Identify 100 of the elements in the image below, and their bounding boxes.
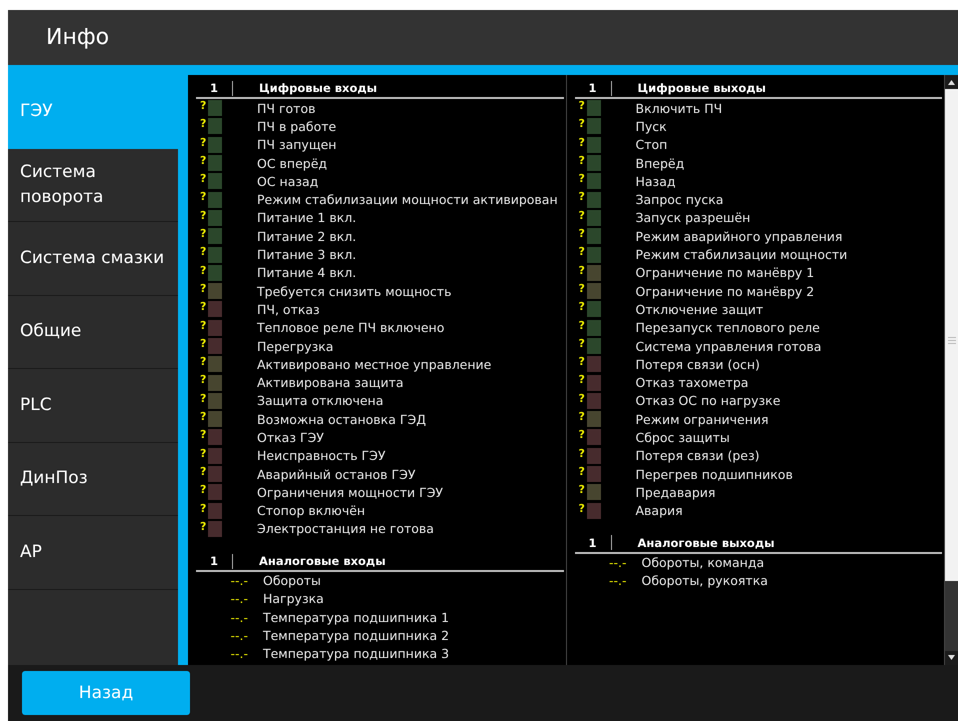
status-mark: ? — [578, 227, 586, 240]
section-title: Аналоговые входы — [259, 554, 386, 568]
signal-label: Температура подшипника 1 — [262, 608, 450, 627]
status-mark: ? — [199, 117, 208, 130]
status-mark: ? — [199, 172, 208, 186]
signal-label: ПЧ, отказ — [257, 302, 320, 317]
section-title: Аналоговые выходы — [638, 536, 775, 550]
column-index: 1 — [587, 536, 598, 550]
column-index: 1 — [587, 81, 598, 95]
status-mark: ? — [578, 336, 586, 350]
status-mark: ? — [578, 264, 586, 277]
status-mark: ? — [199, 373, 208, 386]
sidebar-item[interactable]: PLC — [8, 369, 178, 442]
signal-label: Нагрузка — [262, 590, 324, 608]
signal-label: ОС вперёд — [257, 156, 328, 171]
sidebar-item[interactable]: Общие — [8, 296, 178, 369]
status-mark: ? — [199, 464, 208, 478]
signal-label: Аварийный останов ГЭУ — [257, 466, 416, 482]
status-mark: ? — [199, 227, 208, 240]
status-mark: ? — [578, 300, 586, 314]
status-mark: ? — [199, 502, 208, 515]
signal-value: --.- — [229, 590, 248, 608]
signal-label: Пуск — [636, 118, 667, 134]
signal-label: Активирована защита — [257, 375, 404, 390]
signal-value: --.- — [608, 554, 626, 572]
status-mark: ? — [578, 410, 586, 424]
status-mark: ? — [199, 99, 208, 112]
signal-label: Электростанция не готова — [257, 521, 434, 536]
signal-label: Питание 4 вкл. — [257, 265, 356, 280]
scrollbar[interactable] — [945, 75, 958, 665]
signal-label: Стоп — [636, 137, 668, 152]
signal-label: Стопор включён — [257, 503, 366, 518]
signal-label: Отключение защит — [636, 302, 764, 317]
signal-label: Возможна остановка ГЭД — [257, 412, 426, 427]
signal-label: Ограничение по манёвру 2 — [636, 284, 814, 299]
signal-label: ПЧ готов — [257, 100, 316, 116]
signal-label: Запрос пуска — [636, 192, 724, 208]
status-mark: ? — [199, 336, 208, 350]
status-mark: ? — [578, 392, 586, 405]
signal-value: --.- — [229, 645, 248, 664]
status-mark: ? — [578, 190, 586, 204]
signal-label: Вперёд — [636, 156, 684, 171]
sidebar-item[interactable]: АР — [8, 516, 178, 590]
signal-label: Ограничение по манёвру 1 — [636, 265, 814, 280]
status-mark: ? — [199, 282, 208, 295]
signal-label: Перезапуск теплового реле — [636, 320, 820, 336]
status-mark: ? — [199, 318, 208, 332]
signal-value: --.- — [608, 572, 626, 590]
signal-value: --.- — [229, 627, 248, 646]
status-mark: ? — [199, 300, 208, 314]
signal-label: Система управления готова — [636, 338, 822, 354]
status-mark: ? — [199, 154, 208, 167]
signal-label: Требуется снизить мощность — [257, 284, 452, 299]
status-mark: ? — [578, 318, 586, 332]
signal-label: Обороты — [262, 572, 321, 590]
signal-label: Потеря связи (осн) — [636, 356, 760, 372]
signal-label: Питание 3 вкл. — [257, 247, 356, 262]
signal-label: Питание 2 вкл. — [257, 228, 356, 244]
signal-label: Предавария — [636, 484, 716, 500]
status-mark: ? — [578, 245, 586, 258]
status-mark: ? — [578, 464, 586, 478]
signal-label: Режим стабилизации мощности — [636, 247, 848, 262]
sidebar-item[interactable]: Система смазки — [8, 222, 178, 296]
section-title: Цифровые входы — [259, 81, 378, 95]
status-mark: ? — [199, 208, 208, 222]
status-mark: ? — [199, 190, 208, 204]
status-mark: ? — [199, 428, 208, 442]
status-mark: ? — [578, 154, 586, 167]
signal-label: Перегрев подшипников — [636, 466, 793, 482]
sidebar-item[interactable]: ДинПоз — [8, 442, 178, 516]
signal-label: Отказ ОС по нагрузке — [636, 393, 780, 408]
signal-value: --.- — [229, 608, 248, 627]
signal-label: Режим аварийного управления — [636, 228, 842, 244]
signal-label: Неисправность ГЭУ — [257, 448, 386, 464]
status-mark: ? — [578, 502, 586, 515]
signal-label: Назад — [636, 174, 676, 189]
window-title: Инфо — [46, 25, 110, 50]
status-mark: ? — [578, 172, 586, 186]
status-mark: ? — [199, 520, 208, 533]
signal-label: Защита отключена — [257, 393, 384, 408]
signal-label: Отказ ГЭУ — [257, 430, 324, 445]
signal-label: Режим стабилизации мощности активирован — [257, 192, 558, 208]
signal-label: Запуск разрешён — [636, 210, 750, 226]
signal-label: Питание 1 вкл. — [257, 210, 356, 226]
status-mark: ? — [199, 392, 208, 405]
status-mark: ? — [578, 136, 586, 149]
status-mark: ? — [578, 483, 586, 496]
column-index: 1 — [208, 554, 219, 568]
status-mark: ? — [578, 428, 586, 442]
status-mark: ? — [199, 410, 208, 424]
status-mark: ? — [578, 99, 586, 112]
signal-label: Температура подшипника 2 — [262, 627, 450, 646]
status-mark: ? — [199, 446, 208, 460]
status-mark: ? — [578, 208, 586, 222]
signal-label: Авария — [636, 503, 683, 518]
signal-label: Активировано местное управление — [257, 356, 492, 372]
status-mark: ? — [578, 373, 586, 386]
status-mark: ? — [578, 282, 586, 295]
signal-label: ПЧ в работе — [257, 118, 336, 134]
sidebar-item[interactable]: Система поворота — [8, 148, 178, 222]
